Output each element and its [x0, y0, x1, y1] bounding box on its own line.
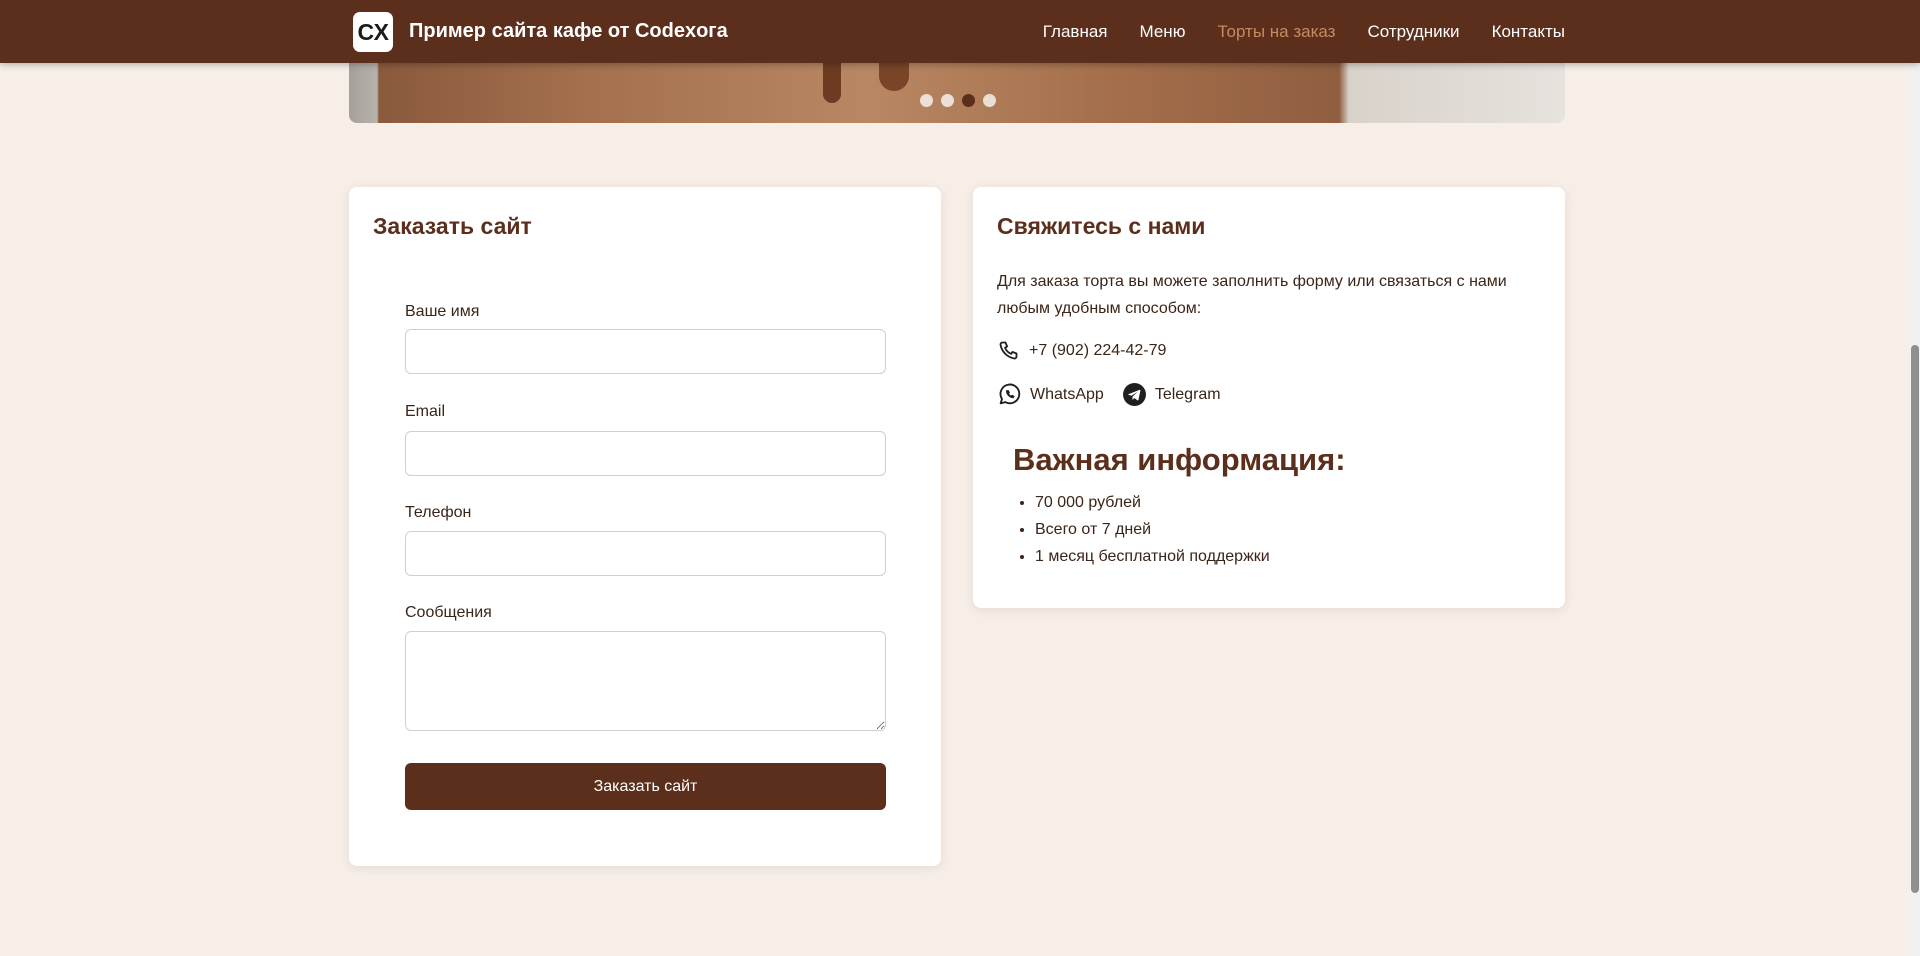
scrollbar-thumb[interactable]	[1911, 345, 1919, 893]
name-label: Ваше имя	[405, 303, 480, 320]
contacts-title: Свяжитесь с нами	[997, 213, 1206, 239]
social-links: WhatsApp Telegram	[997, 382, 1221, 407]
slider-dot-1[interactable]	[920, 94, 933, 107]
message-textarea[interactable]	[405, 631, 886, 731]
page-scrollbar[interactable]	[1910, 0, 1920, 956]
important-info-list: 70 000 рублей Всего от 7 дней 1 месяц бе…	[1035, 489, 1270, 570]
nav-link-home[interactable]: Главная	[1043, 22, 1108, 42]
whatsapp-link[interactable]: WhatsApp	[997, 382, 1104, 407]
nav-link-contacts[interactable]: Контакты	[1492, 22, 1565, 42]
telegram-label: Telegram	[1154, 385, 1221, 403]
whatsapp-icon	[997, 382, 1022, 407]
slider-dot-2[interactable]	[941, 94, 954, 107]
telegram-icon	[1122, 382, 1147, 407]
phone-row: +7 (902) 224-42-79	[997, 339, 1166, 363]
contacts-intro: Для заказа торта вы можете заполнить фор…	[997, 273, 1507, 317]
message-label: Сообщения	[405, 604, 492, 621]
nav-link-custom-cakes[interactable]: Торты на заказ	[1217, 22, 1335, 42]
main-nav: Главная Меню Торты на заказ Сотрудники К…	[1043, 22, 1565, 42]
slider-dot-4[interactable]	[983, 94, 996, 107]
hero-slider-image	[349, 63, 1565, 123]
important-info-title: Важная информация:	[1013, 442, 1346, 477]
site-header: CX Пример сайта кафе от Codexога Главная…	[0, 0, 1920, 63]
order-submit-button[interactable]: Заказать сайт	[405, 763, 886, 810]
list-item: Всего от 7 дней	[1035, 516, 1270, 543]
slider-dot-3[interactable]	[962, 94, 975, 107]
telegram-link[interactable]: Telegram	[1122, 382, 1221, 407]
phone-label: Телефон	[405, 504, 472, 521]
email-input[interactable]	[405, 431, 886, 476]
list-item: 1 месяц бесплатной поддержки	[1035, 543, 1270, 570]
nav-link-menu[interactable]: Меню	[1140, 22, 1186, 42]
email-label: Email	[405, 403, 446, 420]
order-form-title: Заказать сайт	[373, 213, 532, 239]
name-input[interactable]	[405, 329, 886, 374]
phone-input[interactable]	[405, 531, 886, 576]
slider-dots	[920, 94, 996, 107]
nav-link-staff[interactable]: Сотрудники	[1367, 22, 1459, 42]
phone-link[interactable]: +7 (902) 224-42-79	[1029, 342, 1166, 360]
order-form-card: Заказать сайт Ваше имя Email Телефон Соо…	[349, 187, 941, 866]
site-title[interactable]: Пример сайта кафе от Codexога	[409, 20, 728, 43]
slider-image-detail	[879, 63, 909, 91]
phone-icon	[997, 339, 1021, 363]
list-item: 70 000 рублей	[1035, 489, 1270, 516]
slider-image-detail	[823, 63, 841, 103]
whatsapp-label: WhatsApp	[1030, 385, 1104, 403]
site-logo[interactable]: CX	[353, 12, 393, 52]
contacts-card: Свяжитесь с нами Для заказа торта вы мож…	[973, 187, 1565, 608]
